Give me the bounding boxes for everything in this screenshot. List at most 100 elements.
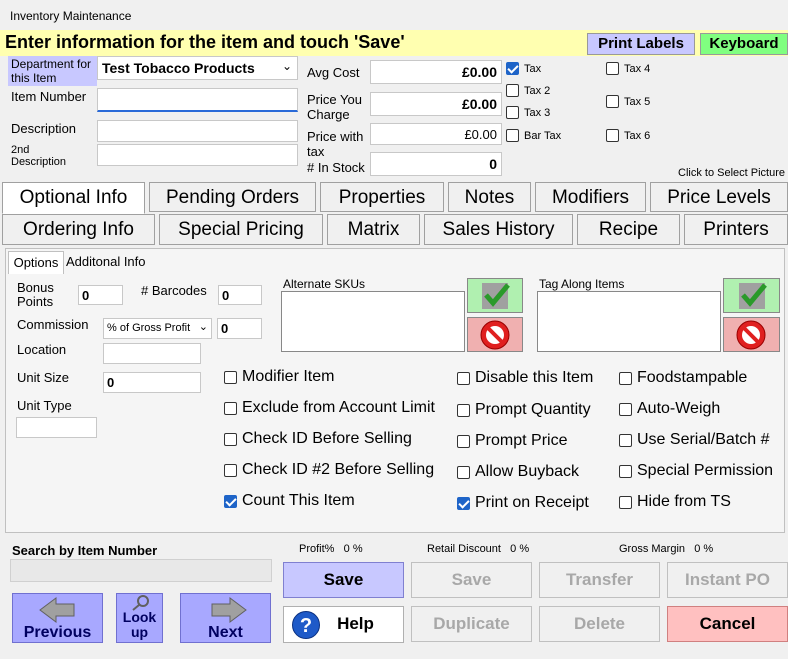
next-button[interactable]: Next xyxy=(180,593,271,643)
bonus-points-input[interactable]: 0 xyxy=(78,285,123,305)
auto-weigh-checkbox[interactable]: Auto-Weigh xyxy=(619,400,720,418)
checkbox-label: Allow Buyback xyxy=(475,463,580,480)
gross-margin-value: 0 % xyxy=(694,543,714,555)
retail-discount-label: Retail Discount xyxy=(427,543,501,555)
serial-batch-checkbox[interactable]: Use Serial/Batch # xyxy=(619,431,770,449)
checkbox-label: Prompt Quantity xyxy=(475,401,591,418)
lookup-button[interactable]: Look up xyxy=(116,593,163,643)
tab-modifiers[interactable]: Modifiers xyxy=(535,182,646,212)
tab-matrix[interactable]: Matrix xyxy=(327,214,420,245)
tax5-checkbox[interactable]: Tax 5 xyxy=(606,95,650,108)
foodstampable-checkbox[interactable]: Foodstampable xyxy=(619,369,747,387)
tax3-label: Tax 3 xyxy=(524,106,551,119)
item-number-label: Item Number xyxy=(11,89,87,104)
location-input[interactable] xyxy=(103,343,201,364)
special-permission-checkbox[interactable]: Special Permission xyxy=(619,462,773,480)
commission-type-select[interactable]: % of Gross Profit ⌄ xyxy=(103,318,212,339)
delete-button[interactable]: Delete xyxy=(539,606,660,642)
tab-price-levels[interactable]: Price Levels xyxy=(650,182,788,212)
checkbox-checked-icon xyxy=(506,62,519,75)
allow-buyback-checkbox[interactable]: Allow Buyback xyxy=(457,463,579,481)
avg-cost-field[interactable]: £0.00 xyxy=(370,60,502,84)
subtab-additional-info[interactable]: Additonal Info xyxy=(66,254,146,269)
alt-sku-add-button[interactable] xyxy=(467,278,523,313)
prompt-price-checkbox[interactable]: Prompt Price xyxy=(457,432,567,450)
subtab-options[interactable]: Options xyxy=(8,251,64,274)
tab-printers[interactable]: Printers xyxy=(684,214,788,245)
bonus-points-label: Bonus Points xyxy=(17,280,54,309)
item-number-input[interactable] xyxy=(97,88,298,112)
help-button[interactable]: ? Help xyxy=(283,606,404,643)
previous-button[interactable]: Previous xyxy=(12,593,103,643)
tab-recipe[interactable]: Recipe xyxy=(577,214,680,245)
in-stock-label: # In Stock xyxy=(307,160,365,175)
checkmark-icon xyxy=(739,283,767,309)
checkbox-label: Check ID #2 Before Selling xyxy=(242,461,435,478)
checkbox-checked-icon xyxy=(224,494,237,508)
barcodes-input[interactable]: 0 xyxy=(218,285,262,305)
checkbox-icon xyxy=(457,465,470,479)
tax2-checkbox[interactable]: Tax 2 xyxy=(506,84,550,97)
tax6-checkbox[interactable]: Tax 6 xyxy=(606,129,650,142)
exclude-account-limit-checkbox[interactable]: Exclude from Account Limit xyxy=(224,399,435,417)
save-secondary-button[interactable]: Save xyxy=(411,562,532,598)
tab-special-pricing[interactable]: Special Pricing xyxy=(159,214,323,245)
check-id-checkbox[interactable]: Check ID Before Selling xyxy=(224,430,412,448)
print-labels-button[interactable]: Print Labels xyxy=(587,33,695,55)
check-id2-checkbox[interactable]: Check ID #2 Before Selling xyxy=(224,461,434,479)
tax-checkbox[interactable]: Tax xyxy=(506,62,541,75)
checkbox-icon xyxy=(506,129,519,142)
hide-ts-checkbox[interactable]: Hide from TS xyxy=(619,493,731,511)
department-select[interactable]: Test Tobacco Products ⌄ xyxy=(97,56,298,80)
bar-tax-checkbox[interactable]: Bar Tax xyxy=(506,129,561,142)
duplicate-button[interactable]: Duplicate xyxy=(411,606,532,642)
search-input[interactable] xyxy=(10,559,272,582)
print-receipt-checkbox[interactable]: Print on Receipt xyxy=(457,494,589,512)
in-stock-field[interactable]: 0 xyxy=(370,152,502,176)
disable-item-checkbox[interactable]: Disable this Item xyxy=(457,369,593,387)
prompt-quantity-checkbox[interactable]: Prompt Quantity xyxy=(457,401,591,419)
transfer-button[interactable]: Transfer xyxy=(539,562,660,598)
commission-input[interactable]: 0 xyxy=(217,318,262,339)
tag-along-label: Tag Along Items xyxy=(539,277,625,291)
price-field[interactable]: £0.00 xyxy=(370,92,502,116)
department-value: Test Tobacco Products xyxy=(102,60,255,76)
count-item-checkbox[interactable]: Count This Item xyxy=(224,492,355,510)
arrow-right-icon xyxy=(211,597,247,623)
tab-ordering-info[interactable]: Ordering Info xyxy=(2,214,155,245)
checkbox-label: Foodstampable xyxy=(637,369,748,386)
description2-input[interactable] xyxy=(97,144,298,166)
unit-size-input[interactable]: 0 xyxy=(103,372,201,393)
checkbox-label: Special Permission xyxy=(637,462,774,479)
description-input[interactable] xyxy=(97,120,298,142)
modifier-item-checkbox[interactable]: Modifier Item xyxy=(224,368,334,386)
retail-discount-value: 0 % xyxy=(510,543,530,555)
cancel-button[interactable]: Cancel xyxy=(667,606,788,642)
tag-along-add-button[interactable] xyxy=(723,278,780,313)
commission-type-value: % of Gross Profit xyxy=(107,322,191,334)
unit-type-input[interactable] xyxy=(16,417,97,438)
instant-po-button[interactable]: Instant PO xyxy=(667,562,788,598)
checkbox-icon xyxy=(619,402,632,416)
tax-label: Tax xyxy=(524,62,542,75)
checkbox-label: Modifier Item xyxy=(242,368,335,385)
tax4-checkbox[interactable]: Tax 4 xyxy=(606,62,650,75)
alt-sku-remove-button[interactable] xyxy=(467,317,523,352)
tab-sales-history[interactable]: Sales History xyxy=(424,214,573,245)
tag-along-list[interactable] xyxy=(537,291,721,352)
select-picture-link[interactable]: Click to Select Picture xyxy=(678,167,785,179)
tab-optional-info[interactable]: Optional Info xyxy=(2,182,145,214)
tab-properties[interactable]: Properties xyxy=(320,182,444,212)
alt-skus-list[interactable] xyxy=(281,291,465,352)
checkbox-icon xyxy=(619,495,632,509)
keyboard-button[interactable]: Keyboard xyxy=(700,33,788,55)
tax3-checkbox[interactable]: Tax 3 xyxy=(506,106,550,119)
price-tax-field: £0.00 xyxy=(370,123,502,145)
save-button[interactable]: Save xyxy=(283,562,404,598)
tab-notes[interactable]: Notes xyxy=(448,182,531,212)
checkbox-icon xyxy=(506,106,519,119)
checkbox-icon xyxy=(606,95,619,108)
checkbox-icon xyxy=(619,371,632,385)
tag-along-remove-button[interactable] xyxy=(723,317,780,352)
tab-pending-orders[interactable]: Pending Orders xyxy=(149,182,316,212)
